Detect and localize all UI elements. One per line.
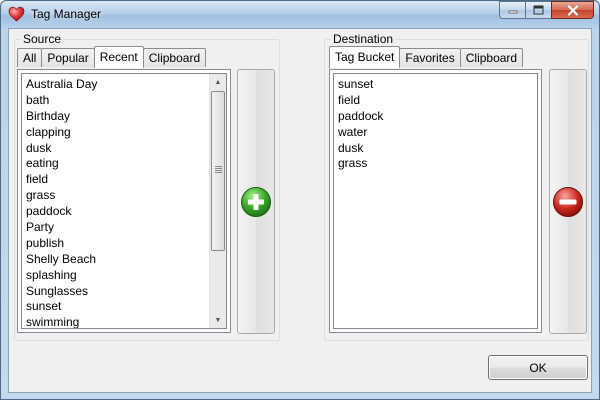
- dialog-client-area: Source All Popular Recent Clipboard Aust…: [8, 28, 592, 393]
- tab-clipboard[interactable]: Clipboard: [142, 48, 207, 67]
- source-scrollbar[interactable]: ▲ ▼: [209, 74, 226, 328]
- destination-tag-list[interactable]: sunset field paddock water dusk grass: [333, 73, 538, 329]
- heart-icon: [8, 6, 25, 22]
- tab-popular[interactable]: Popular: [41, 48, 95, 67]
- source-tab-panel: Australia Day bath Birthday clapping dusk eat…: [17, 69, 231, 333]
- ok-button[interactable]: OK: [488, 355, 588, 380]
- close-icon: [567, 4, 578, 16]
- list-item[interactable]: Party: [22, 219, 226, 235]
- add-tag-button[interactable]: [237, 69, 275, 334]
- maximize-icon: [533, 5, 544, 15]
- list-item[interactable]: sunset: [22, 298, 226, 314]
- list-item[interactable]: paddock: [334, 108, 537, 124]
- source-tabs: All Popular Recent Clipboard: [17, 46, 207, 68]
- add-icon: [241, 187, 271, 217]
- list-item[interactable]: paddock: [22, 203, 226, 219]
- list-item[interactable]: dusk: [334, 140, 537, 156]
- destination-tab-panel: sunset field paddock water dusk grass: [329, 69, 542, 333]
- source-group: Source All Popular Recent Clipboard Aust…: [14, 32, 280, 341]
- source-group-title: Source: [21, 32, 64, 46]
- list-item[interactable]: field: [334, 92, 537, 108]
- list-item[interactable]: Birthday: [22, 108, 226, 124]
- window-title: Tag Manager: [31, 7, 102, 21]
- list-item[interactable]: grass: [22, 187, 226, 203]
- list-item[interactable]: clapping: [22, 124, 226, 140]
- tag-manager-window: Tag Manager Source All Popular Recent Cl…: [0, 0, 600, 400]
- list-item[interactable]: Australia Day: [22, 76, 226, 92]
- list-item[interactable]: sunset: [334, 76, 537, 92]
- list-item[interactable]: bath: [22, 92, 226, 108]
- title-bar[interactable]: Tag Manager: [1, 1, 599, 28]
- list-item[interactable]: eating: [22, 155, 226, 171]
- destination-tabs: Tag Bucket Favorites Clipboard: [329, 46, 524, 68]
- remove-icon: [553, 187, 583, 217]
- destination-group-title: Destination: [331, 32, 396, 46]
- minimize-button[interactable]: [499, 1, 525, 19]
- destination-group: Destination Tag Bucket Favorites Clipboa…: [324, 32, 589, 341]
- list-item[interactable]: field: [22, 171, 226, 187]
- list-item[interactable]: dusk: [22, 140, 226, 156]
- scrollbar-thumb[interactable]: [211, 91, 225, 251]
- list-item[interactable]: splashing: [22, 267, 226, 283]
- list-item[interactable]: grass: [334, 155, 537, 171]
- maximize-button[interactable]: [525, 1, 551, 19]
- list-item[interactable]: Shelly Beach: [22, 251, 226, 267]
- scroll-up-icon[interactable]: ▲: [210, 74, 226, 90]
- list-item[interactable]: water: [334, 124, 537, 140]
- scroll-down-icon[interactable]: ▼: [210, 312, 226, 328]
- source-tag-list[interactable]: Australia Day bath Birthday clapping dusk eat…: [21, 73, 227, 329]
- list-item[interactable]: publish: [22, 235, 226, 251]
- tab-recent[interactable]: Recent: [93, 46, 144, 68]
- close-button[interactable]: [551, 1, 594, 19]
- tab-favorites[interactable]: Favorites: [399, 48, 461, 67]
- tab-all[interactable]: All: [17, 48, 43, 67]
- list-item[interactable]: Sunglasses: [22, 283, 226, 299]
- tab-tag-bucket[interactable]: Tag Bucket: [329, 46, 401, 68]
- list-item[interactable]: swimming: [22, 314, 226, 328]
- remove-tag-button[interactable]: [549, 69, 587, 334]
- tab-clipboard-destination[interactable]: Clipboard: [459, 48, 524, 67]
- minimize-icon: [508, 10, 517, 14]
